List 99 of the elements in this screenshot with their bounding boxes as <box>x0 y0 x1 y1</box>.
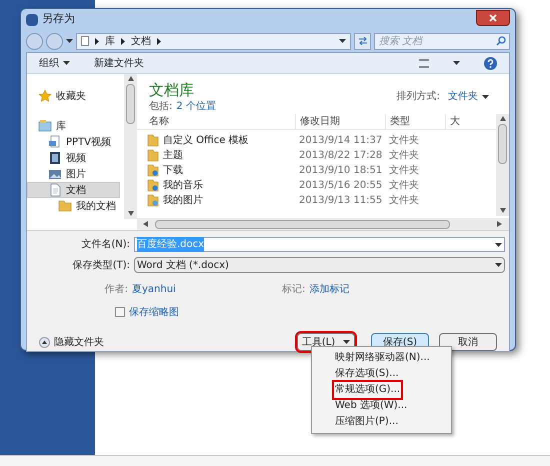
menu-item[interactable]: 映射网络驱动器(N)... <box>334 350 431 366</box>
file-type: 文件夹 <box>388 164 420 178</box>
refresh-arrows-icon <box>358 37 368 45</box>
nav-item[interactable]: 视频 <box>27 150 120 166</box>
menu-item[interactable]: Web 选项(W)... <box>334 398 408 414</box>
tags-label: 标记: <box>282 282 306 296</box>
file-type: 文件夹 <box>388 178 420 193</box>
close-button[interactable] <box>476 10 510 26</box>
caret-icon <box>495 263 502 267</box>
file-type: 文件夹 <box>388 194 420 208</box>
history-caret-icon <box>66 39 73 43</box>
author-link[interactable]: 夏yanhui <box>132 282 282 296</box>
menu-item[interactable]: 常规选项(G)... <box>334 382 402 398</box>
modified-date: 2013/5/16 20:55 <box>298 179 384 193</box>
folder-badge-icon <box>147 194 159 207</box>
menu-item[interactable]: 压缩图片(P)... <box>334 414 400 430</box>
horizontal-scrollbar[interactable] <box>0 455 550 466</box>
file-icon <box>48 135 62 149</box>
breadcrumb[interactable]: 文档 <box>131 34 151 48</box>
search-icon <box>496 36 506 46</box>
filename-value: 百度经验.docx <box>137 237 204 252</box>
caret-icon <box>63 61 70 65</box>
folder-badge-icon <box>147 179 159 192</box>
star-icon <box>38 89 52 103</box>
dialog-button[interactable]: 取消 <box>439 333 497 351</box>
hide-folders-button[interactable]: 隐藏文件夹 <box>39 334 104 350</box>
file-type-label: 保存类型(T): <box>72 258 131 272</box>
scrollbar[interactable] <box>124 74 137 219</box>
breadcrumb[interactable]: 库 <box>105 34 115 48</box>
word-icon <box>26 14 38 26</box>
file-name[interactable]: 我的图片 <box>163 193 203 208</box>
thumbnail-checkbox[interactable] <box>115 307 125 317</box>
view-caret-icon <box>453 61 460 65</box>
folder-badge-icon <box>147 164 159 177</box>
folder-icon <box>147 134 159 147</box>
collapse-icon <box>39 336 50 348</box>
modified-date: 2013/8/22 17:28 <box>298 149 384 163</box>
video-icon <box>48 151 62 165</box>
modified-date: 2013/9/10 18:51 <box>298 164 384 178</box>
nav-item[interactable]: 收藏夹 <box>27 88 120 104</box>
scroll-thumb[interactable] <box>498 124 507 164</box>
scroll-thumb[interactable] <box>155 220 450 228</box>
column-header[interactable]: 修改日期 <box>295 114 385 129</box>
arrange-label: 排列方式: <box>396 90 440 104</box>
scrollbar[interactable] <box>496 114 509 216</box>
caret-icon <box>495 242 502 246</box>
arrow-icon[interactable] <box>143 221 149 227</box>
modified-date: 2013/9/14 11:37 <box>298 134 384 148</box>
window-title: 另存为 <box>42 11 75 28</box>
file-name[interactable]: 自定义 Office 模板 <box>163 133 249 148</box>
nav-item[interactable]: PPTV视频 <box>27 134 120 150</box>
nav-item[interactable]: 文档 <box>27 182 120 198</box>
caret-icon <box>343 340 350 344</box>
page-icon <box>81 36 89 46</box>
new-folder-button[interactable]: 新建文件夹 <box>94 56 144 70</box>
horizontal-scrollbar[interactable] <box>137 218 509 230</box>
file-type-dropdown[interactable]: Word 文档 (*.docx) <box>134 257 505 273</box>
scroll-thumb[interactable] <box>126 84 135 124</box>
nav-item[interactable]: 我的文档 <box>27 198 120 214</box>
close-icon <box>489 14 497 22</box>
filename-label: 文件名(N): <box>80 238 131 252</box>
folder-icon <box>147 149 159 162</box>
organize-button[interactable]: 组织 <box>39 56 70 70</box>
file-name[interactable]: 主题 <box>163 148 183 163</box>
menu-item[interactable]: 保存选项(S)... <box>334 366 400 382</box>
address-bar[interactable]: 库 文档 <box>76 32 351 50</box>
nav-item[interactable]: 图片 <box>27 166 120 182</box>
chevron-icon <box>157 38 161 44</box>
arrow-icon[interactable] <box>500 116 506 122</box>
column-header[interactable]: 名称 <box>137 114 295 129</box>
column-header[interactable]: 类型 <box>385 114 445 129</box>
view-icon[interactable] <box>419 58 429 68</box>
library-icon <box>38 119 52 133</box>
thumbnail-label: 保存缩略图 <box>129 306 179 320</box>
tags-link[interactable]: 添加标记 <box>309 282 350 296</box>
chevron-icon <box>95 38 99 44</box>
arrow-icon[interactable] <box>497 221 503 227</box>
search-field[interactable]: 搜索 文档 <box>374 32 510 50</box>
dropdown-caret-icon <box>339 39 346 43</box>
help-icon[interactable] <box>484 56 497 70</box>
arrow-icon[interactable] <box>128 76 134 82</box>
nav-item[interactable]: 库 <box>27 118 120 134</box>
includes-label: 包括: <box>149 100 172 114</box>
arrange-dropdown[interactable]: 文件夹 <box>448 89 489 104</box>
locations-link[interactable]: 2 个位置 <box>176 99 216 114</box>
arrow-icon[interactable] <box>500 208 506 214</box>
arrow-icon[interactable] <box>128 211 134 217</box>
file-type: 文件夹 <box>388 134 420 148</box>
modified-date: 2013/9/13 11:55 <box>298 194 384 208</box>
file-type: 文件夹 <box>388 148 420 163</box>
chevron-icon <box>121 38 125 44</box>
picture-icon <box>48 167 62 181</box>
document-icon <box>48 183 62 197</box>
author-label: 作者: <box>104 282 129 296</box>
file-name[interactable]: 我的音乐 <box>163 178 203 193</box>
caret-icon <box>482 94 489 98</box>
refresh-button[interactable] <box>354 32 371 50</box>
library-title: 文档库 <box>149 81 195 99</box>
file-name[interactable]: 下载 <box>163 163 183 178</box>
